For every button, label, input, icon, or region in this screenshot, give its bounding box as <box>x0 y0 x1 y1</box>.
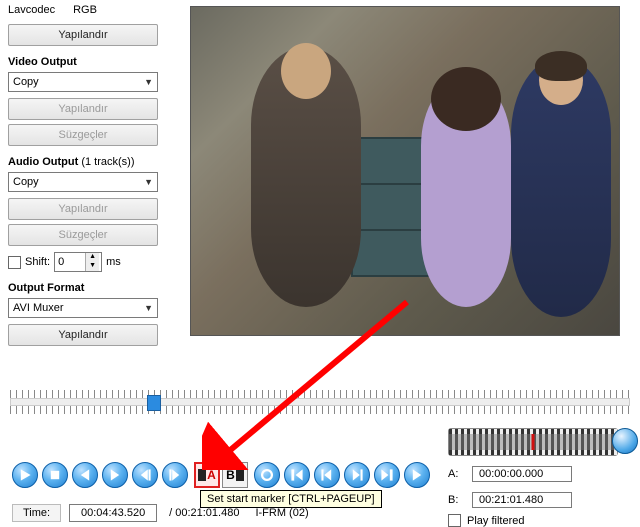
marker-b-letter: B <box>226 468 235 482</box>
output-configure-button[interactable]: Yapılandır <box>8 324 158 346</box>
marker-a-letter: A <box>207 468 216 482</box>
time-label: Time: <box>12 504 61 522</box>
audio-tracks-count: (1 track(s)) <box>81 156 134 168</box>
output-format-title: Output Format <box>8 282 176 294</box>
frame-type: I-FRM (02) <box>251 505 312 521</box>
audio-filters-button[interactable]: Süzgeçler <box>8 224 158 246</box>
decoder-name: Lavcodec <box>8 4 55 16</box>
audio-codec-value: Copy <box>13 176 39 188</box>
next-frame-button[interactable] <box>162 462 188 488</box>
goto-marker-b-button[interactable] <box>344 462 370 488</box>
video-preview <box>190 6 620 336</box>
prev-keyframe-button[interactable] <box>254 462 280 488</box>
video-codec-select[interactable]: Copy ▼ <box>8 72 158 92</box>
goto-marker-a-button[interactable] <box>314 462 340 488</box>
next-keyframe-button[interactable] <box>404 462 430 488</box>
play-button[interactable] <box>12 462 38 488</box>
marker-a-value[interactable]: 00:00:00.000 <box>472 466 572 482</box>
stop-button[interactable] <box>42 462 68 488</box>
set-marker-b-button[interactable]: B <box>222 462 248 488</box>
chevron-down-icon: ▼ <box>144 177 153 187</box>
video-configure-button[interactable]: Yapılandır <box>8 98 158 120</box>
audio-codec-select[interactable]: Copy ▼ <box>8 172 158 192</box>
decoder-configure-button[interactable]: Yapılandır <box>8 24 158 46</box>
play-filtered-label: Play filtered <box>467 515 524 527</box>
timeline-thumb[interactable] <box>147 395 161 411</box>
next-chunk-button[interactable] <box>102 462 128 488</box>
spin-up-icon[interactable]: ▲ <box>85 253 99 262</box>
navigation-strip[interactable] <box>448 428 618 456</box>
set-marker-a-button[interactable]: A <box>194 462 220 488</box>
prev-frame-button[interactable] <box>132 462 158 488</box>
marker-bar-icon <box>198 469 206 481</box>
time-total: / 00:21:01.480 <box>165 505 243 521</box>
play-filtered-checkbox[interactable] <box>448 514 461 527</box>
audio-shift-label: Shift: <box>25 256 50 268</box>
chevron-down-icon: ▼ <box>144 303 153 313</box>
video-filters-button[interactable]: Süzgeçler <box>8 124 158 146</box>
output-muxer-select[interactable]: AVI Muxer ▼ <box>8 298 158 318</box>
timeline[interactable] <box>10 390 630 420</box>
output-muxer-value: AVI Muxer <box>13 302 64 314</box>
audio-output-title: Audio Output <box>8 156 78 168</box>
next-black-frame-button[interactable] <box>374 462 400 488</box>
audio-configure-button[interactable]: Yapılandır <box>8 198 158 220</box>
audio-shift-checkbox[interactable] <box>8 256 21 269</box>
audio-shift-spinner[interactable]: ▲▼ <box>54 252 102 272</box>
audio-shift-unit: ms <box>106 256 121 268</box>
marker-a-label: A: <box>448 468 462 480</box>
chevron-down-icon: ▼ <box>144 77 153 87</box>
time-current-input[interactable]: 00:04:43.520 <box>69 504 157 522</box>
audio-shift-input[interactable] <box>55 255 85 269</box>
video-output-title: Video Output <box>8 56 176 68</box>
video-codec-value: Copy <box>13 76 39 88</box>
preview-lens-button[interactable] <box>612 428 638 454</box>
marker-bar-icon <box>236 469 244 481</box>
marker-b-label: B: <box>448 494 462 506</box>
prev-black-frame-button[interactable] <box>284 462 310 488</box>
colorspace-name: RGB <box>73 4 97 16</box>
spin-down-icon[interactable]: ▼ <box>85 262 99 271</box>
prev-chunk-button[interactable] <box>72 462 98 488</box>
marker-b-value[interactable]: 00:21:01.480 <box>472 492 572 508</box>
